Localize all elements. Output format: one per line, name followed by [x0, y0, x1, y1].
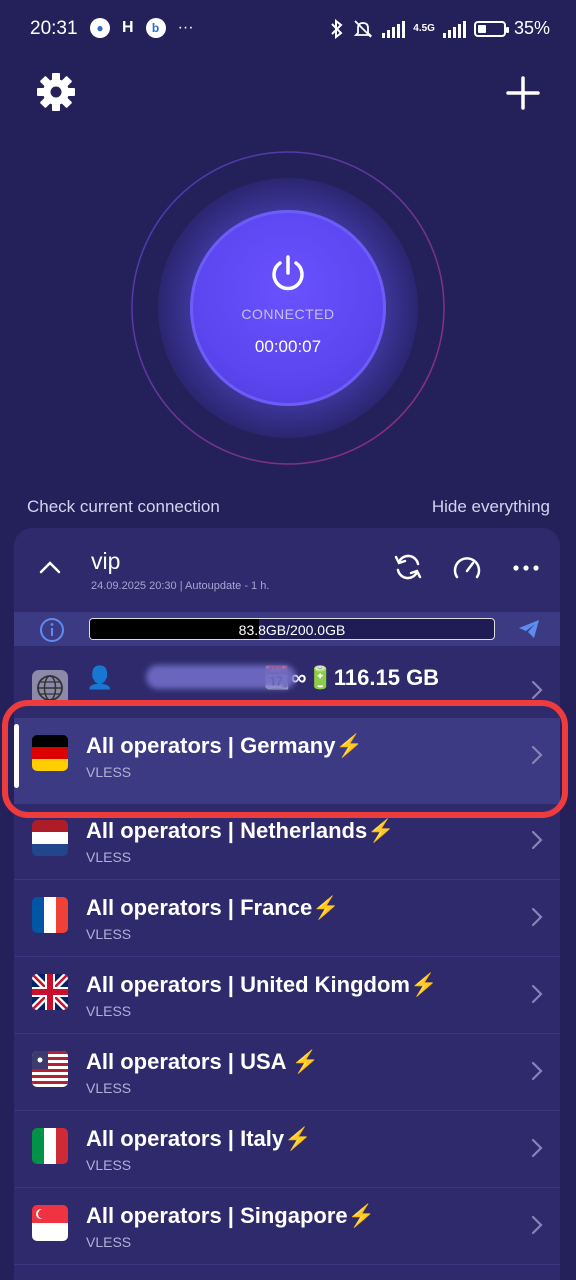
battery-icon	[473, 20, 509, 37]
server-name: All operators | United Kingdom⚡	[86, 972, 438, 997]
chevron-right-icon	[531, 1138, 543, 1158]
server-protocol: VLESS	[86, 1003, 132, 1019]
server-protocol: VLESS	[86, 1080, 132, 1096]
status-bar: 20:31 ● H b ··· 4.5G 35%	[0, 0, 576, 58]
gear-icon[interactable]	[36, 72, 76, 112]
more-options-icon[interactable]	[511, 553, 541, 583]
user-icon: 👤	[86, 665, 114, 690]
app-h-icon: H	[122, 19, 134, 36]
chevron-right-icon	[531, 1215, 543, 1235]
server-name: All operators | Italy⚡	[86, 1126, 312, 1151]
server-name: All operators | Singapore⚡	[86, 1203, 376, 1228]
chevron-up-icon[interactable]	[38, 556, 62, 580]
redacted-username	[146, 665, 296, 689]
notification-icons: ● H b ···	[90, 18, 194, 38]
server-name: All operators | France⚡	[86, 895, 340, 920]
speedometer-icon[interactable]	[452, 553, 482, 583]
status-time: 20:31	[30, 18, 78, 39]
server-item[interactable]: All operators | France⚡ VLESS	[14, 880, 560, 957]
server-name: All operators | USA ⚡	[86, 1049, 320, 1074]
power-icon	[272, 255, 304, 291]
hide-everything-link[interactable]: Hide everything	[432, 497, 550, 517]
server-name: All operators | Netherlands⚡	[86, 818, 395, 843]
server-protocol: VLESS	[86, 926, 132, 942]
plus-icon[interactable]	[502, 72, 544, 114]
server-protocol: VLESS	[86, 849, 132, 865]
refresh-icon[interactable]	[393, 552, 423, 582]
system-icons: 4.5G 35%	[330, 18, 550, 39]
usage-progress: 83.8GB/200.0GB	[89, 618, 495, 640]
flag-fr-icon	[32, 897, 68, 933]
mute-icon	[354, 19, 373, 38]
telegram-icon[interactable]	[517, 618, 541, 640]
flag-gb-icon	[32, 974, 68, 1010]
flag-it-icon	[32, 1128, 68, 1164]
flag-us-icon	[32, 1051, 68, 1087]
flag-sg-icon	[32, 1205, 68, 1241]
group-subtitle: 24.09.2025 20:30 | Autoupdate - 1 h.	[91, 580, 270, 592]
signal-icon	[382, 20, 406, 38]
info-icon[interactable]	[39, 617, 65, 643]
check-connection-link[interactable]: Check current connection	[27, 497, 220, 517]
network-type: 4.5G	[413, 23, 435, 34]
signal-icon-2	[442, 20, 466, 38]
usage-text: 83.8GB/200.0GB	[238, 622, 346, 638]
group-title: vip	[91, 548, 121, 574]
app-b-icon: b	[145, 18, 166, 38]
flag-nl-icon	[32, 820, 68, 856]
messenger-icon: ●	[90, 18, 110, 38]
selection-highlight	[2, 700, 568, 818]
chevron-right-icon	[531, 1061, 543, 1081]
more-notifications-icon: ···	[177, 19, 194, 36]
server-item[interactable]: All operators | United Kingdom⚡ VLESS	[14, 957, 560, 1034]
server-item[interactable]: All operators | USA ⚡ VLESS	[14, 1034, 560, 1111]
battery-percent: 35%	[513, 18, 550, 38]
server-protocol: VLESS	[86, 1234, 132, 1250]
chevron-right-icon	[531, 830, 543, 850]
chevron-right-icon	[531, 907, 543, 927]
server-item[interactable]: All operators | Singapore⚡ VLESS	[14, 1188, 560, 1265]
connection-status: CONNECTED	[241, 306, 335, 322]
server-item[interactable]: All operators | Italy⚡ VLESS	[14, 1111, 560, 1188]
connection-timer: 00:00:07	[254, 337, 322, 356]
bluetooth-icon	[331, 18, 343, 39]
chevron-right-icon	[531, 680, 543, 700]
server-protocol: VLESS	[86, 1157, 132, 1173]
chevron-right-icon	[531, 984, 543, 1004]
